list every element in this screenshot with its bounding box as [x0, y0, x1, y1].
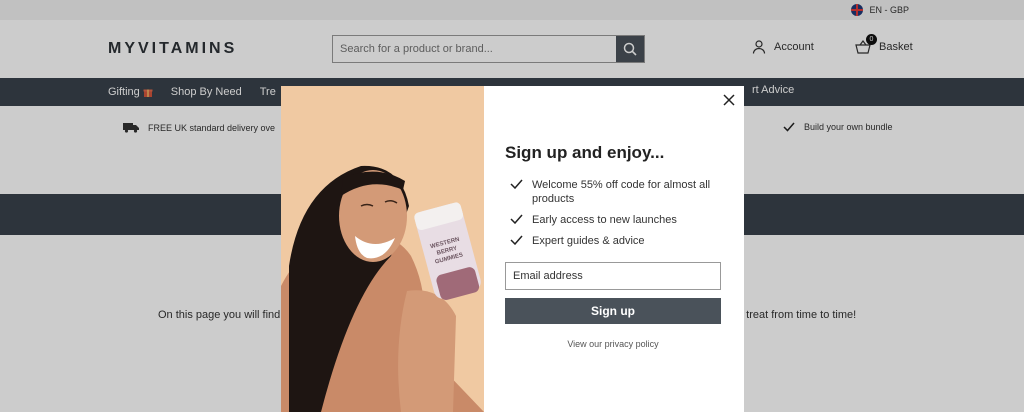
- close-button[interactable]: [721, 92, 737, 108]
- checkmark-icon: [510, 214, 523, 224]
- checkmark-icon: [510, 235, 523, 245]
- benefits-list: Welcome 55% off code for almost all prod…: [510, 178, 725, 255]
- signup-modal: WESTERN BERRY GUMMIES Sign up and enjoy.…: [281, 86, 744, 412]
- privacy-policy-link[interactable]: View our privacy policy: [505, 339, 721, 349]
- benefit-item: Expert guides & advice: [510, 234, 725, 248]
- modal-title: Sign up and enjoy...: [505, 143, 665, 162]
- checkmark-icon: [510, 179, 523, 189]
- benefit-text: Early access to new launches: [532, 214, 677, 226]
- benefit-text: Expert guides & advice: [532, 235, 645, 247]
- modal-content: Sign up and enjoy... Welcome 55% off cod…: [484, 86, 744, 412]
- email-field[interactable]: [505, 262, 721, 290]
- promo-image: WESTERN BERRY GUMMIES: [281, 86, 484, 412]
- close-icon: [723, 94, 735, 106]
- woman-with-product-illustration: WESTERN BERRY GUMMIES: [281, 86, 484, 412]
- benefit-item: Early access to new launches: [510, 213, 725, 227]
- benefit-text: Welcome 55% off code for almost all prod…: [532, 179, 711, 205]
- signup-button[interactable]: Sign up: [505, 298, 721, 324]
- benefit-item: Welcome 55% off code for almost all prod…: [510, 178, 725, 206]
